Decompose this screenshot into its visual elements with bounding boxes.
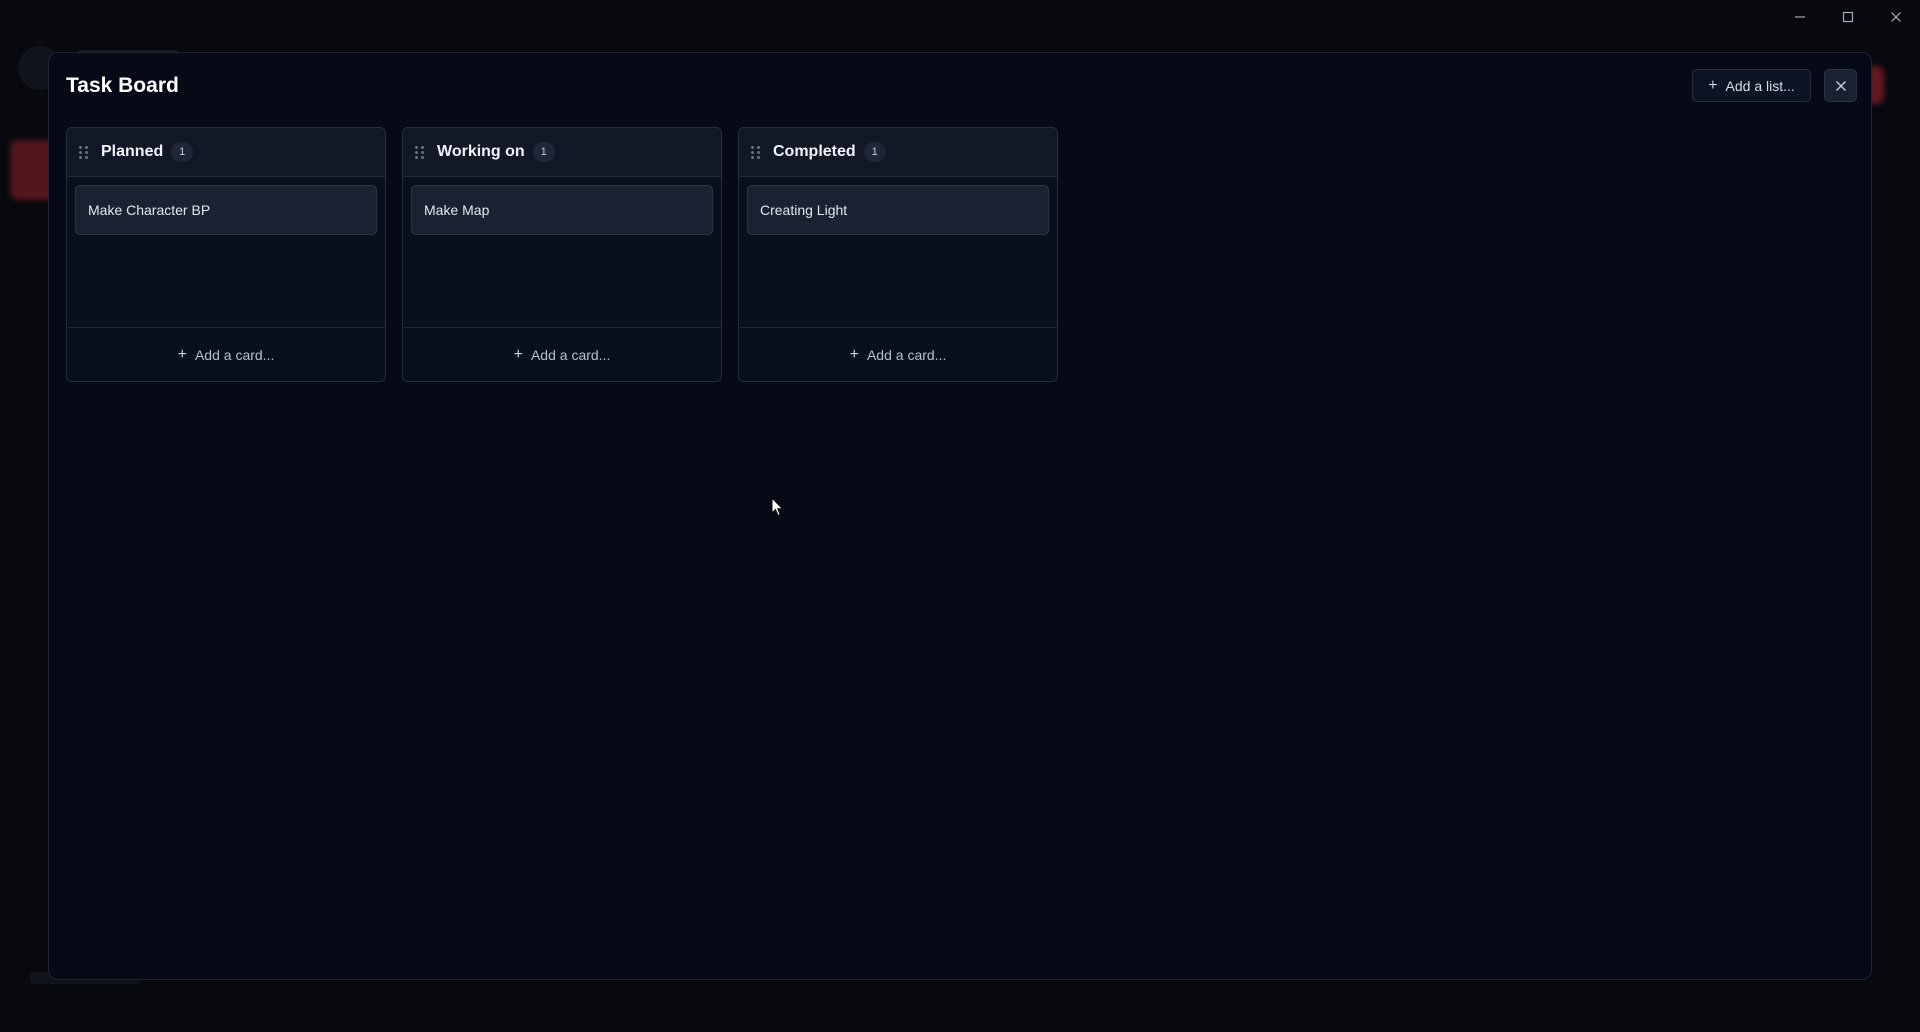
close-icon	[1835, 80, 1846, 91]
list-body: Creating Light	[739, 177, 1057, 327]
list-working-on: Working on 1 Make Map + Add a card...	[402, 127, 722, 382]
list-title: Completed	[773, 143, 856, 160]
list-body: Make Map	[403, 177, 721, 327]
list-title: Working on	[437, 143, 525, 160]
card[interactable]: Creating Light	[747, 185, 1049, 235]
window-controls	[1776, 0, 1920, 34]
add-card-button[interactable]: + Add a card...	[403, 327, 721, 381]
add-list-label: Add a list...	[1725, 77, 1795, 94]
list-completed: Completed 1 Creating Light + Add a card.…	[738, 127, 1058, 382]
plus-icon: +	[513, 345, 523, 363]
minimize-icon	[1795, 16, 1805, 18]
list-body: Make Character BP	[67, 177, 385, 327]
task-board-modal: Task Board + Add a list... Planned 1 Mak…	[48, 52, 1872, 980]
card[interactable]: Make Map	[411, 185, 713, 235]
list-header: Planned 1	[67, 128, 385, 177]
plus-icon: +	[849, 345, 859, 363]
modal-title: Task Board	[66, 74, 179, 97]
add-card-label: Add a card...	[866, 346, 947, 363]
list-planned: Planned 1 Make Character BP + Add a card…	[66, 127, 386, 382]
card-count-badge: 1	[532, 142, 555, 162]
add-list-button[interactable]: + Add a list...	[1692, 69, 1811, 102]
add-card-label: Add a card...	[530, 346, 611, 363]
maximize-button[interactable]	[1824, 0, 1872, 34]
drag-handle-icon[interactable]	[79, 144, 89, 160]
close-modal-button[interactable]	[1824, 69, 1857, 102]
list-title: Planned	[101, 143, 164, 160]
card-count-badge: 1	[171, 142, 194, 162]
list-header: Completed 1	[739, 128, 1057, 177]
mouse-cursor-icon	[771, 497, 784, 517]
card[interactable]: Make Character BP	[75, 185, 377, 235]
add-card-label: Add a card...	[194, 346, 275, 363]
close-icon	[1891, 12, 1901, 22]
drag-handle-icon[interactable]	[751, 144, 761, 160]
board-lists: Planned 1 Make Character BP + Add a card…	[66, 127, 1058, 382]
drag-handle-icon[interactable]	[415, 144, 425, 160]
maximize-icon	[1842, 11, 1854, 23]
minimize-button[interactable]	[1776, 0, 1824, 34]
plus-icon: +	[1708, 76, 1718, 94]
card-count-badge: 1	[863, 142, 886, 162]
add-card-button[interactable]: + Add a card...	[67, 327, 385, 381]
list-header: Working on 1	[403, 128, 721, 177]
window-close-button[interactable]	[1872, 0, 1920, 34]
plus-icon: +	[177, 345, 187, 363]
add-card-button[interactable]: + Add a card...	[739, 327, 1057, 381]
